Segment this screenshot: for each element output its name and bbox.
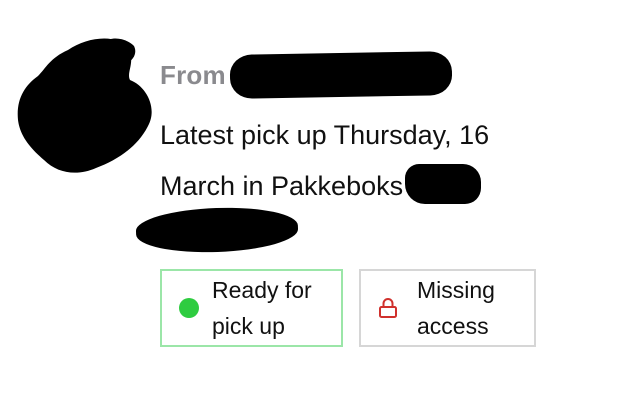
sender-name-redaction (229, 51, 453, 99)
lock-icon (379, 298, 397, 318)
redaction-scribble (17, 38, 152, 173)
avatar-redaction (8, 28, 158, 178)
status-chip-ready[interactable]: Ready for pick up (160, 269, 343, 347)
status-chip-ready-label: Ready for pick up (212, 277, 312, 339)
status-chip-missing-access[interactable]: Missing access (359, 269, 536, 347)
pickup-description: Latest pick up Thursday, 16 March in Pak… (160, 110, 600, 212)
pickup-location-redaction (405, 163, 482, 204)
green-dot-icon (179, 298, 199, 318)
pickup-line-2: March in Pakkeboks (160, 161, 600, 212)
from-label: From (160, 59, 226, 90)
status-chip-missing-access-label: Missing access (417, 277, 495, 339)
sender-row: From (160, 51, 453, 99)
address-redaction (135, 205, 299, 255)
pickup-line-1: Latest pick up Thursday, 16 (160, 120, 490, 150)
pickup-location-text: March in Pakkeboks (160, 171, 404, 201)
